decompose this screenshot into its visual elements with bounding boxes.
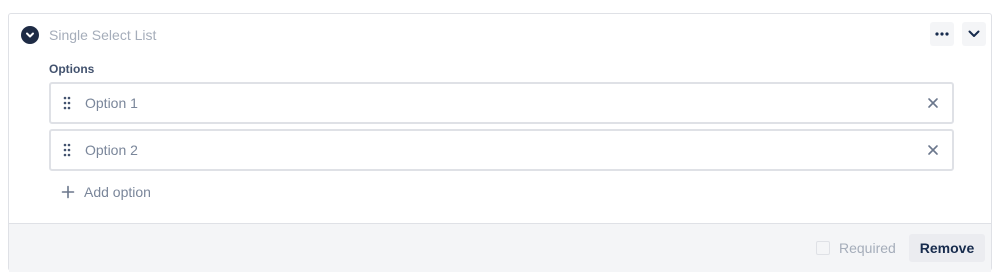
close-icon[interactable] — [926, 96, 940, 110]
checkbox-box[interactable] — [816, 241, 830, 255]
options-label: Options — [49, 62, 95, 76]
option-row[interactable]: Option 2 — [49, 129, 954, 171]
more-actions-button[interactable] — [930, 22, 954, 46]
chevron-down-icon — [968, 30, 980, 37]
add-option-button[interactable]: Add option — [61, 181, 151, 203]
required-label: Required — [839, 240, 896, 256]
option-row[interactable]: Option 1 — [49, 82, 954, 124]
drag-handle-icon[interactable] — [63, 96, 71, 110]
remove-button[interactable]: Remove — [909, 234, 985, 262]
close-icon[interactable] — [926, 143, 940, 157]
field-title: Single Select List — [49, 27, 157, 43]
option-label[interactable]: Option 2 — [85, 141, 138, 159]
option-label[interactable]: Option 1 — [85, 94, 138, 112]
collapse-button[interactable] — [962, 22, 986, 46]
chevron-down-circle-icon — [21, 26, 39, 44]
required-checkbox[interactable]: Required — [816, 240, 896, 256]
add-option-label: Add option — [84, 184, 151, 200]
field-header: Single Select List — [9, 14, 991, 54]
field-card: Single Select List Options Option 1 Opti… — [8, 13, 992, 272]
ellipsis-icon — [935, 32, 949, 36]
drag-handle-icon[interactable] — [63, 143, 71, 157]
field-footer: Required Remove — [9, 223, 991, 272]
plus-icon — [61, 185, 75, 199]
